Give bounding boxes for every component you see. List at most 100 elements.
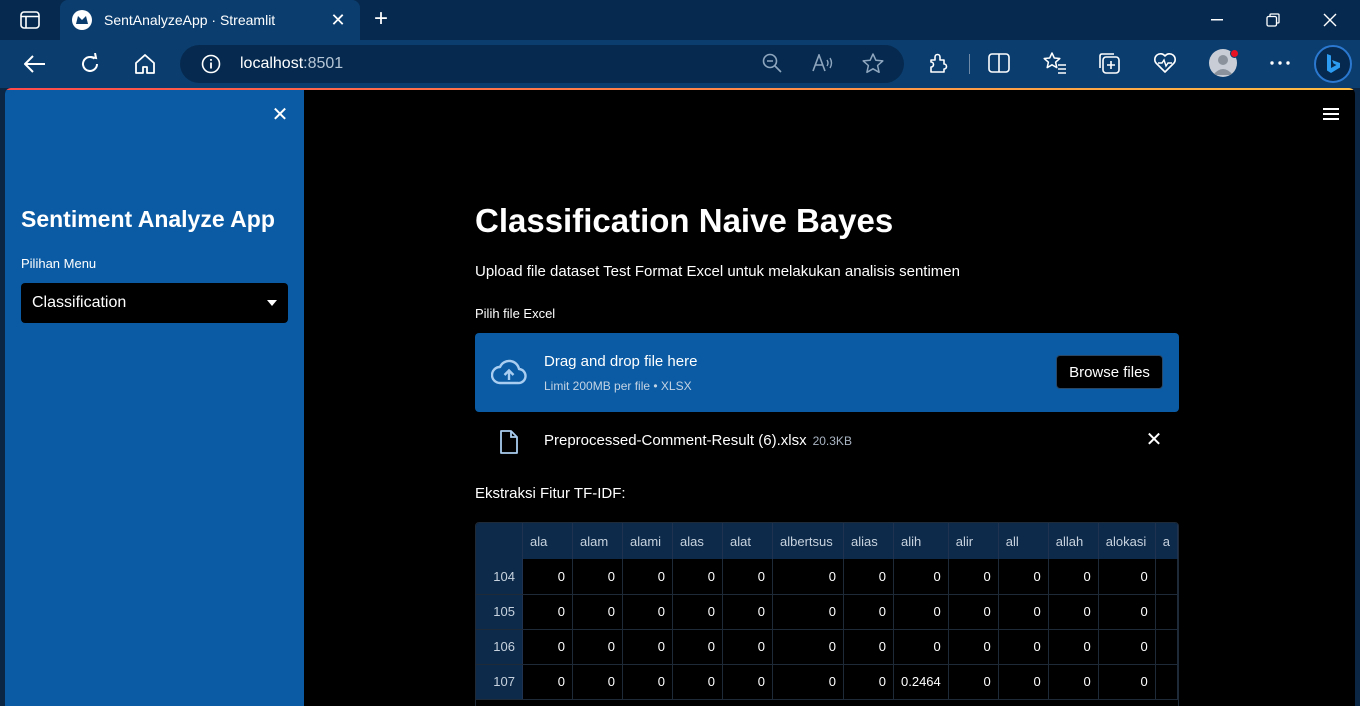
restore-icon[interactable] bbox=[1245, 0, 1301, 40]
bing-copilot-icon[interactable] bbox=[1314, 45, 1352, 83]
table-cell[interactable]: 0 bbox=[672, 664, 723, 700]
favorites-icon[interactable] bbox=[1042, 50, 1068, 76]
table-cell[interactable]: 0 bbox=[572, 594, 623, 630]
file-dropzone[interactable]: Drag and drop file here Limit 200MB per … bbox=[475, 333, 1179, 412]
table-cell[interactable] bbox=[1155, 664, 1178, 700]
tfidf-dataframe[interactable]: ala alam alami alas alat albertsus alias alih al… bbox=[475, 522, 1179, 706]
column-header[interactable]: alat bbox=[722, 523, 773, 559]
column-header[interactable]: a bbox=[1155, 523, 1178, 559]
browse-files-button[interactable]: Browse files bbox=[1056, 355, 1163, 389]
column-header[interactable]: allah bbox=[1048, 523, 1099, 559]
table-cell[interactable]: 0 bbox=[522, 559, 573, 595]
favorite-star-icon[interactable] bbox=[860, 50, 886, 76]
table-cell[interactable]: 0 bbox=[622, 559, 673, 595]
back-icon[interactable] bbox=[21, 50, 49, 78]
table-cell[interactable]: 0 bbox=[622, 629, 673, 665]
table-cell[interactable]: 0 bbox=[1048, 629, 1099, 665]
browser-navbar: localhost:8501 bbox=[0, 40, 1360, 88]
table-cell[interactable] bbox=[1155, 629, 1178, 665]
table-cell[interactable]: 0 bbox=[522, 629, 573, 665]
more-options-icon[interactable] bbox=[1267, 50, 1293, 76]
table-cell[interactable]: 0 bbox=[948, 559, 999, 595]
tab-actions-icon[interactable] bbox=[12, 8, 48, 32]
table-cell[interactable]: 0 bbox=[893, 594, 949, 630]
table-cell[interactable]: 0 bbox=[998, 559, 1049, 595]
menu-select[interactable]: Classification bbox=[21, 283, 288, 323]
site-info-icon[interactable] bbox=[200, 53, 222, 75]
table-cell[interactable]: 0 bbox=[572, 664, 623, 700]
table-cell[interactable]: 0 bbox=[1098, 629, 1156, 665]
table-cell[interactable]: 0 bbox=[722, 629, 773, 665]
table-cell[interactable]: 0 bbox=[772, 629, 844, 665]
address-bar[interactable]: localhost:8501 bbox=[180, 45, 904, 83]
table-cell[interactable]: 0 bbox=[572, 629, 623, 665]
table-cell[interactable]: 0 bbox=[843, 594, 894, 630]
table-cell[interactable] bbox=[1155, 559, 1178, 595]
table-cell[interactable]: 0 bbox=[998, 594, 1049, 630]
table-cell[interactable]: 0 bbox=[1098, 559, 1156, 595]
table-cell[interactable]: 0 bbox=[772, 594, 844, 630]
column-header[interactable]: alam bbox=[572, 523, 623, 559]
home-icon[interactable] bbox=[131, 50, 159, 78]
main-menu-icon[interactable] bbox=[1323, 108, 1339, 120]
column-header[interactable]: alokasi bbox=[1098, 523, 1156, 559]
column-header[interactable]: alih bbox=[893, 523, 949, 559]
table-cell[interactable]: 0 bbox=[722, 664, 773, 700]
read-aloud-icon[interactable] bbox=[810, 50, 836, 76]
table-cell[interactable]: 0 bbox=[522, 664, 573, 700]
uploaded-file-row: Preprocessed-Comment-Result (6).xlsx 20.3… bbox=[475, 424, 1179, 460]
table-cell[interactable]: 0.2464 bbox=[893, 664, 949, 700]
minimize-icon[interactable] bbox=[1189, 0, 1245, 40]
table-cell[interactable]: 0 bbox=[572, 559, 623, 595]
zoom-out-icon[interactable] bbox=[759, 50, 785, 76]
table-cell[interactable]: 0 bbox=[998, 629, 1049, 665]
tfidf-section-label: Ekstraksi Fitur TF-IDF: bbox=[475, 485, 626, 502]
table-cell[interactable]: 0 bbox=[772, 559, 844, 595]
table-cell[interactable]: 0 bbox=[893, 559, 949, 595]
table-cell[interactable]: 0 bbox=[772, 664, 844, 700]
table-cell[interactable]: 0 bbox=[622, 664, 673, 700]
column-header[interactable]: all bbox=[998, 523, 1049, 559]
remove-file-icon[interactable]: ✕ bbox=[1144, 430, 1164, 450]
table-cell[interactable] bbox=[1155, 594, 1178, 630]
table-cell[interactable]: 0 bbox=[843, 664, 894, 700]
table-cell[interactable]: 0 bbox=[998, 664, 1049, 700]
refresh-icon[interactable] bbox=[76, 50, 104, 78]
split-screen-icon[interactable] bbox=[986, 50, 1012, 76]
table-cell[interactable]: 0 bbox=[672, 559, 723, 595]
column-header[interactable]: albertsus bbox=[772, 523, 844, 559]
close-window-icon[interactable] bbox=[1302, 0, 1358, 40]
table-cell[interactable]: 0 bbox=[522, 594, 573, 630]
table-cell[interactable]: 0 bbox=[1098, 664, 1156, 700]
new-tab-icon[interactable]: + bbox=[368, 6, 394, 32]
table-cell[interactable]: 0 bbox=[672, 629, 723, 665]
table-cell[interactable]: 0 bbox=[622, 594, 673, 630]
table-cell[interactable]: 0 bbox=[1048, 594, 1099, 630]
table-cell[interactable]: 0 bbox=[722, 559, 773, 595]
extensions-icon[interactable] bbox=[926, 50, 952, 76]
column-header[interactable]: alir bbox=[948, 523, 999, 559]
column-header[interactable]: alas bbox=[672, 523, 723, 559]
table-cell[interactable]: 0 bbox=[672, 594, 723, 630]
index-header bbox=[476, 523, 523, 559]
sidebar-close-icon[interactable]: ✕ bbox=[269, 104, 291, 126]
table-cell[interactable]: 0 bbox=[948, 664, 999, 700]
url-port: :8501 bbox=[303, 55, 344, 72]
collections-icon[interactable] bbox=[1097, 50, 1123, 76]
table-cell[interactable]: 0 bbox=[722, 594, 773, 630]
table-cell[interactable]: 0 bbox=[1048, 664, 1099, 700]
table-cell[interactable]: 0 bbox=[1098, 594, 1156, 630]
browser-essentials-icon[interactable] bbox=[1152, 50, 1178, 76]
table-cell[interactable]: 0 bbox=[948, 629, 999, 665]
browser-tab[interactable]: SentAnalyzeApp · Streamlit ✕ bbox=[60, 0, 360, 40]
table-cell[interactable]: 0 bbox=[843, 559, 894, 595]
column-header[interactable]: ala bbox=[522, 523, 573, 559]
table-row: 104 0 0 0 0 0 0 0 0 0 0 0 0 bbox=[476, 559, 1178, 595]
table-cell[interactable]: 0 bbox=[1048, 559, 1099, 595]
table-cell[interactable]: 0 bbox=[843, 629, 894, 665]
column-header[interactable]: alami bbox=[622, 523, 673, 559]
table-cell[interactable]: 0 bbox=[948, 594, 999, 630]
column-header[interactable]: alias bbox=[843, 523, 894, 559]
tab-close-icon[interactable]: ✕ bbox=[328, 10, 348, 31]
table-cell[interactable]: 0 bbox=[893, 629, 949, 665]
